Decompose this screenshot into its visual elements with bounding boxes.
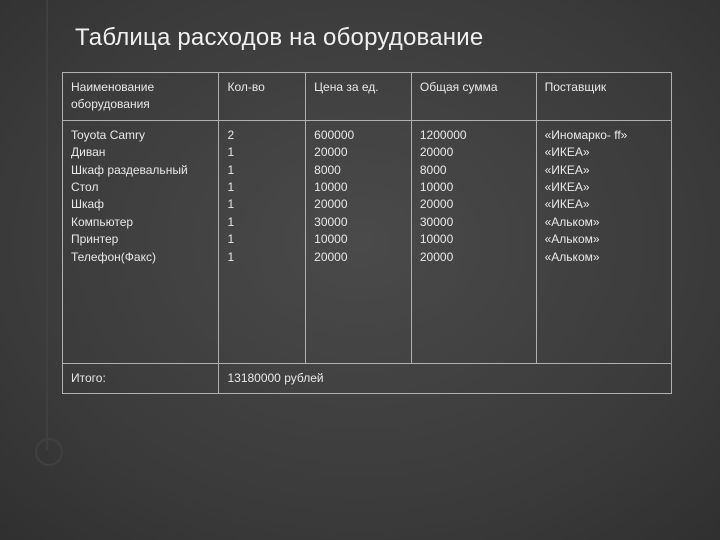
cell-names: Toyota CamryДиванШкаф раздевальныйСтолШк… (63, 120, 219, 363)
footer-label: Итого: (63, 363, 219, 393)
slide-title: Таблица расходов на оборудование (75, 24, 483, 52)
cell-qtys: 21111111 (219, 120, 306, 363)
footer-total: 13180000 рублей (219, 363, 672, 393)
decorative-line (46, 0, 48, 450)
header-sum: Общая сумма (411, 73, 536, 121)
expenses-table: Наименование оборудования Кол-во Цена за… (62, 72, 672, 394)
header-name: Наименование оборудования (63, 73, 219, 121)
header-qty: Кол-во (219, 73, 306, 121)
cell-suppliers: «Иномарко- ff»«ИКЕА»«ИКЕА»«ИКЕА»«ИКЕА»«А… (536, 120, 671, 363)
cell-sums: 1200000200008000100002000030000100002000… (411, 120, 536, 363)
header-supplier: Поставщик (536, 73, 671, 121)
table-header-row: Наименование оборудования Кол-во Цена за… (63, 73, 672, 121)
table-data-row: Toyota CamryДиванШкаф раздевальныйСтолШк… (63, 120, 672, 363)
header-price: Цена за ед. (306, 73, 412, 121)
slide: Таблица расходов на оборудование Наимено… (0, 0, 720, 540)
table-footer-row: Итого: 13180000 рублей (63, 363, 672, 393)
decorative-circle (35, 438, 63, 466)
cell-prices: 6000002000080001000020000300001000020000 (306, 120, 412, 363)
